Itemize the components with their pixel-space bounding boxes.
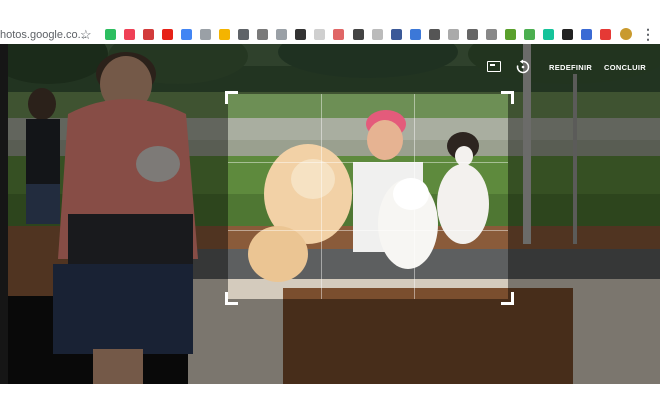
news-icon[interactable] (466, 29, 478, 40)
browser-toolbar: hotos.google.co... ☆ ⋮ (0, 0, 660, 44)
image-icon[interactable] (257, 29, 269, 40)
photo-editor: REDEFINIR CONCLUIR (0, 44, 660, 384)
done-button[interactable]: CONCLUIR (604, 63, 646, 72)
moon-icon[interactable] (561, 29, 573, 40)
profile-avatar-icon[interactable] (620, 28, 632, 40)
evernote-icon[interactable] (105, 29, 116, 40)
page-icon[interactable] (371, 29, 383, 40)
bird-icon[interactable] (352, 29, 364, 40)
aspect-ratio-icon[interactable] (487, 61, 501, 72)
t-icon[interactable] (143, 29, 155, 40)
pocket-icon[interactable] (124, 29, 136, 40)
star-outline-icon[interactable]: ☆ (80, 27, 92, 43)
gray-square-icon[interactable] (447, 29, 459, 40)
crop-handle-top-right[interactable] (501, 91, 514, 104)
wave-icon[interactable] (580, 29, 592, 40)
vertical-dots-icon[interactable]: ⋮ (641, 26, 655, 43)
translate-icon[interactable] (181, 29, 193, 40)
crop-area[interactable] (228, 94, 508, 299)
globe-icon[interactable] (409, 29, 421, 40)
dots-icon[interactable] (333, 29, 345, 40)
youtube-icon[interactable] (162, 29, 174, 40)
reset-button[interactable]: REDEFINIR (549, 63, 592, 72)
tab-icon[interactable] (238, 29, 250, 40)
p-icon[interactable] (295, 29, 307, 40)
page-bottom (0, 384, 660, 420)
crop-handle-top-left[interactable] (225, 91, 238, 104)
qr-icon[interactable] (428, 29, 440, 40)
address-bar-url[interactable]: hotos.google.co... (0, 29, 87, 41)
ghost-icon[interactable] (314, 29, 326, 40)
crop-handle-bottom-left[interactable] (225, 292, 238, 305)
cropped-photo (228, 94, 508, 299)
note-icon[interactable] (219, 29, 231, 40)
rotate-icon[interactable] (515, 59, 531, 75)
crop-grid-line (414, 94, 415, 299)
crop-grid-line (228, 230, 508, 231)
doc-icon[interactable] (390, 29, 402, 40)
puzzle-icon[interactable] (485, 29, 497, 40)
calendar-icon[interactable] (600, 29, 611, 40)
viewer-edge (0, 44, 8, 384)
circle-icon[interactable] (200, 29, 212, 40)
mail-icon[interactable] (504, 29, 516, 40)
grammarly-icon[interactable] (542, 29, 554, 40)
download-icon[interactable] (523, 29, 535, 40)
crop-grid-line (321, 94, 322, 299)
crop-handle-bottom-right[interactable] (501, 292, 514, 305)
square-icon[interactable] (276, 29, 288, 40)
crop-grid-line (228, 162, 508, 163)
